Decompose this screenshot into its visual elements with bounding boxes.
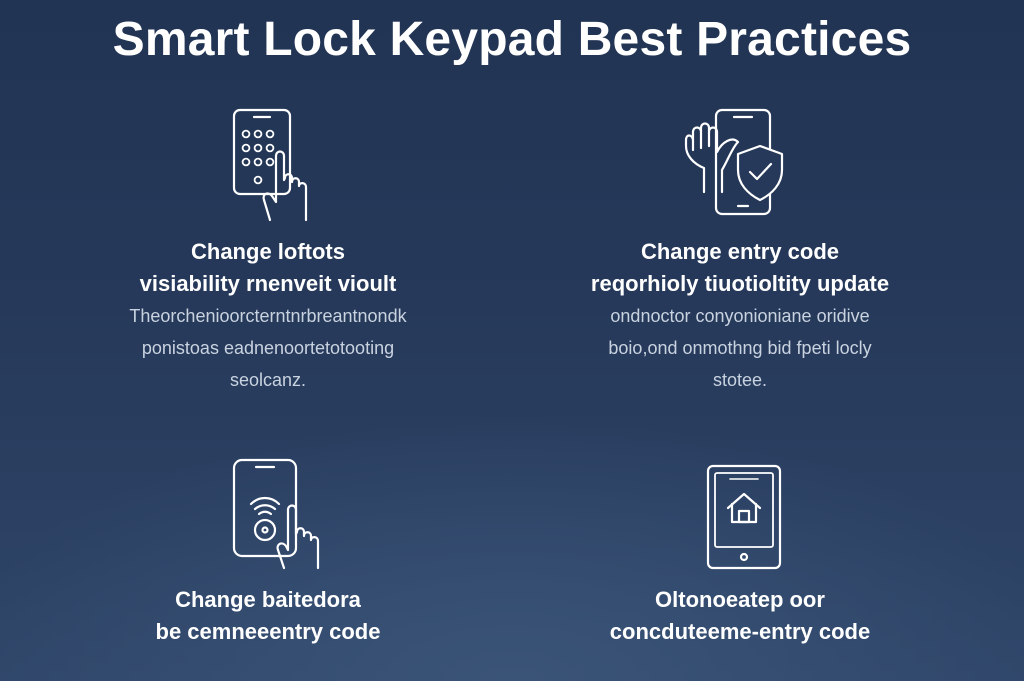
card-4-heading-line-1: Oltonoeatep oor: [655, 587, 825, 612]
card-4-heading-line-2: concduteeme-entry code: [609, 619, 871, 644]
card-4-heading: Oltonoeatep oor concduteeme-entry code: [530, 584, 950, 648]
card-3-heading-line-1: Change baitedora: [175, 587, 361, 612]
practice-card-4: Oltonoeatep oor concduteeme-entry code: [530, 0, 950, 681]
tablet-home-icon: [706, 464, 782, 570]
card-3-heading: Change baitedora be cemneeentry code: [58, 584, 478, 648]
practice-card-3: Change baitedora be cemneeentry code: [58, 0, 478, 681]
phone-wifi-hand-icon: [230, 458, 326, 572]
card-3-heading-line-2: be cemneeentry code: [155, 619, 381, 644]
